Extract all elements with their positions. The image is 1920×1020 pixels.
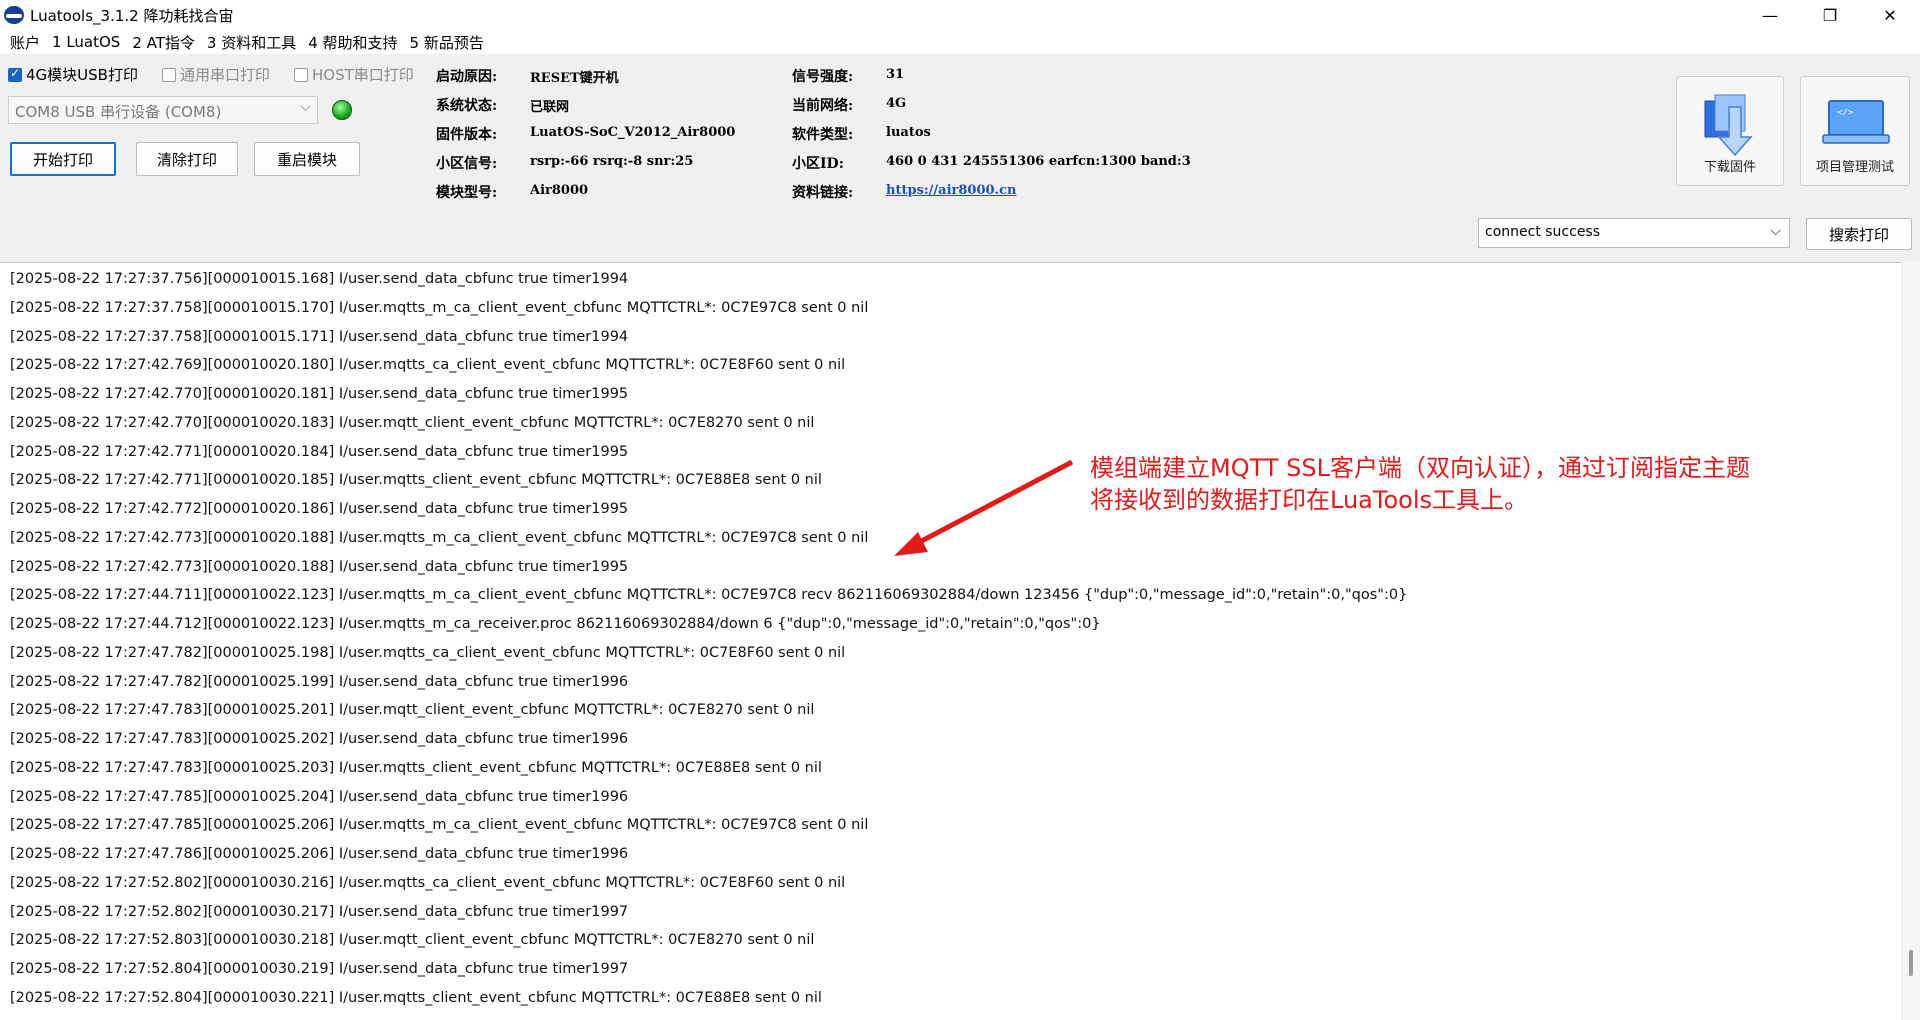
connection-status-led-icon [332, 100, 352, 120]
app-logo-icon [4, 6, 24, 24]
log-line: [2025-08-22 17:27:52.804][000010030.219]… [10, 961, 629, 977]
log-line: [2025-08-22 17:27:52.802][000010030.217]… [10, 903, 629, 920]
resource-link[interactable]: https://air8000.cn [886, 183, 1016, 198]
info-value-module-model: Air8000 [530, 183, 589, 198]
menu-account[interactable]: 账户 [4, 32, 46, 53]
log-output[interactable]: [2025-08-22 17:27:37.756][000010015.168]… [0, 262, 1920, 1020]
log-line: [2025-08-22 17:27:47.785][000010025.204]… [10, 788, 629, 805]
port-select-value: COM8 USB 串行设备 (COM8) [15, 103, 222, 121]
log-line: [2025-08-22 17:27:47.783][000010025.201]… [10, 702, 815, 719]
info-value-firmware: LuatOS-SoC_V2012_Air8000 [530, 125, 736, 140]
status-select-value: connect success [1485, 224, 1601, 240]
chevron-down-icon: ⌵ [1770, 223, 1781, 239]
info-label-cell-signal: 小区信号: [436, 156, 498, 172]
info-label-system-status: 系统状态: [436, 98, 498, 114]
log-line: [2025-08-22 17:27:42.770][000010020.183]… [10, 414, 815, 431]
log-line: [2025-08-22 17:27:44.712][000010022.123]… [10, 616, 1101, 632]
minimize-icon[interactable]: — [1740, 0, 1800, 30]
info-label-firmware: 固件版本: [436, 127, 498, 143]
log-line: [2025-08-22 17:27:42.772][000010020.186]… [10, 501, 629, 517]
info-label-signal-strength: 信号强度: [792, 69, 854, 85]
menu-resources-tools[interactable]: 3 资料和工具 [201, 32, 302, 53]
checkbox-host-serial-print[interactable]: HOST串口打印 [294, 64, 414, 85]
log-line: [2025-08-22 17:27:37.758][000010015.171]… [10, 328, 629, 345]
log-line: [2025-08-22 17:27:42.770][000010020.181]… [10, 386, 629, 402]
project-management-test-button[interactable]: </> 项目管理测试 [1800, 76, 1910, 186]
close-icon[interactable]: ✕ [1860, 0, 1920, 30]
chevron-down-icon: ⌵ [300, 99, 311, 115]
menu-bar: 账户 1 LuatOS 2 AT指令 3 资料和工具 4 帮助和支持 5 新品预… [0, 30, 1920, 54]
checkbox-serial-print[interactable]: 通用串口打印 [162, 64, 270, 85]
info-label-module-model: 模块型号: [436, 185, 498, 201]
info-label-current-network: 当前网络: [792, 98, 854, 114]
log-line: [2025-08-22 17:27:42.771][000010020.185]… [10, 472, 822, 489]
window-controls: — ❐ ✕ [1740, 0, 1920, 30]
log-line: [2025-08-22 17:27:47.785][000010025.206]… [10, 817, 869, 834]
log-line: [2025-08-22 17:27:42.773][000010020.188]… [10, 558, 629, 575]
checkbox-label: HOST串口打印 [312, 66, 414, 84]
menu-new-products[interactable]: 5 新品预告 [404, 32, 490, 53]
checkbox-checked-icon [8, 66, 22, 82]
annotation-line-2: 将接收到的数据打印在LuaTools工具上。 [1090, 486, 1528, 514]
annotation-line-1: 模组端建立MQTT SSL客户端（双向认证），通过订阅指定主题 [1090, 454, 1750, 482]
info-label-software-type: 软件类型: [792, 127, 854, 143]
log-line: [2025-08-22 17:27:37.758][000010015.170]… [10, 299, 869, 316]
info-value-current-network: 4G [886, 96, 907, 111]
checkbox-label: 4G模块USB打印 [26, 66, 138, 84]
info-value-system-status: 已联网 [530, 100, 570, 115]
info-value-signal-strength: 31 [886, 67, 905, 82]
maximize-icon[interactable]: ❐ [1800, 0, 1860, 30]
log-line: [2025-08-22 17:27:44.711][000010022.123]… [10, 587, 1408, 604]
info-value-cell-signal: rsrp:-66 rsrq:-8 snr:25 [530, 154, 694, 169]
menu-at-commands[interactable]: 2 AT指令 [126, 32, 201, 53]
restart-module-button[interactable]: 重启模块 [254, 142, 360, 176]
annotation-text: 模组端建立MQTT SSL客户端（双向认证），通过订阅指定主题 将接收到的数据打… [1090, 452, 1750, 516]
clear-print-button[interactable]: 清除打印 [136, 142, 238, 176]
download-firmware-label: 下载固件 [1703, 160, 1756, 175]
info-value-cell-id: 460 0 431 245551306 earfcn:1300 band:3 [886, 154, 1191, 169]
scrollbar-thumb[interactable] [1909, 950, 1913, 976]
log-line: [2025-08-22 17:27:47.786][000010025.206]… [10, 846, 629, 862]
log-line: [2025-08-22 17:27:47.782][000010025.198]… [10, 644, 846, 661]
info-value-boot-reason: RESET键开机 [530, 71, 619, 86]
log-line: [2025-08-22 17:27:52.804][000010030.221]… [10, 989, 822, 1006]
checkbox-label: 通用串口打印 [180, 66, 271, 84]
log-scrollbar[interactable] [1902, 262, 1920, 1020]
info-label-resource-link: 资料链接: [792, 185, 854, 201]
log-line: [2025-08-22 17:27:42.771][000010020.184]… [10, 443, 629, 460]
start-print-button[interactable]: 开始打印 [10, 142, 116, 176]
log-line: [2025-08-22 17:27:47.782][000010025.199]… [10, 673, 629, 690]
info-label-boot-reason: 启动原因: [436, 69, 498, 85]
menu-help-support[interactable]: 4 帮助和支持 [302, 32, 403, 53]
control-panel: 4G模块USB打印 通用串口打印 HOST串口打印 COM8 USB 串行设备 … [0, 54, 1920, 262]
log-line: [2025-08-22 17:27:47.783][000010025.202]… [10, 731, 629, 747]
status-select[interactable]: connect success ⌵ [1478, 218, 1790, 248]
log-line: [2025-08-22 17:27:47.783][000010025.203]… [10, 759, 822, 776]
info-value-software-type: luatos [886, 125, 931, 140]
project-management-label: 项目管理测试 [1815, 160, 1894, 175]
info-label-cell-id: 小区ID: [792, 156, 844, 172]
log-line: [2025-08-22 17:27:42.769][000010020.180]… [10, 357, 846, 374]
log-line: [2025-08-22 17:27:52.803][000010030.218]… [10, 932, 815, 949]
checkbox-4g-usb-print[interactable]: 4G模块USB打印 [8, 64, 138, 85]
port-select[interactable]: COM8 USB 串行设备 (COM8) ⌵ [8, 96, 318, 124]
project-management-icon: </> [1822, 100, 1890, 144]
log-line: [2025-08-22 17:27:37.756][000010015.168]… [10, 271, 629, 287]
search-print-button[interactable]: 搜索打印 [1806, 218, 1912, 250]
log-line: [2025-08-22 17:27:42.773][000010020.188]… [10, 529, 869, 546]
title-bar: Luatools_3.1.2 降功耗找合宙 — ❐ ✕ [0, 0, 1920, 30]
log-line: [2025-08-22 17:27:52.802][000010030.216]… [10, 874, 846, 891]
menu-luatos[interactable]: 1 LuatOS [46, 33, 126, 51]
checkbox-unchecked-icon [162, 67, 176, 82]
download-firmware-button[interactable]: 下载固件 [1676, 76, 1784, 186]
window-title: Luatools_3.1.2 降功耗找合宙 [30, 6, 234, 25]
download-firmware-icon [1704, 94, 1753, 157]
svg-text:</>: </> [1837, 108, 1854, 118]
checkbox-unchecked-icon [294, 67, 308, 82]
